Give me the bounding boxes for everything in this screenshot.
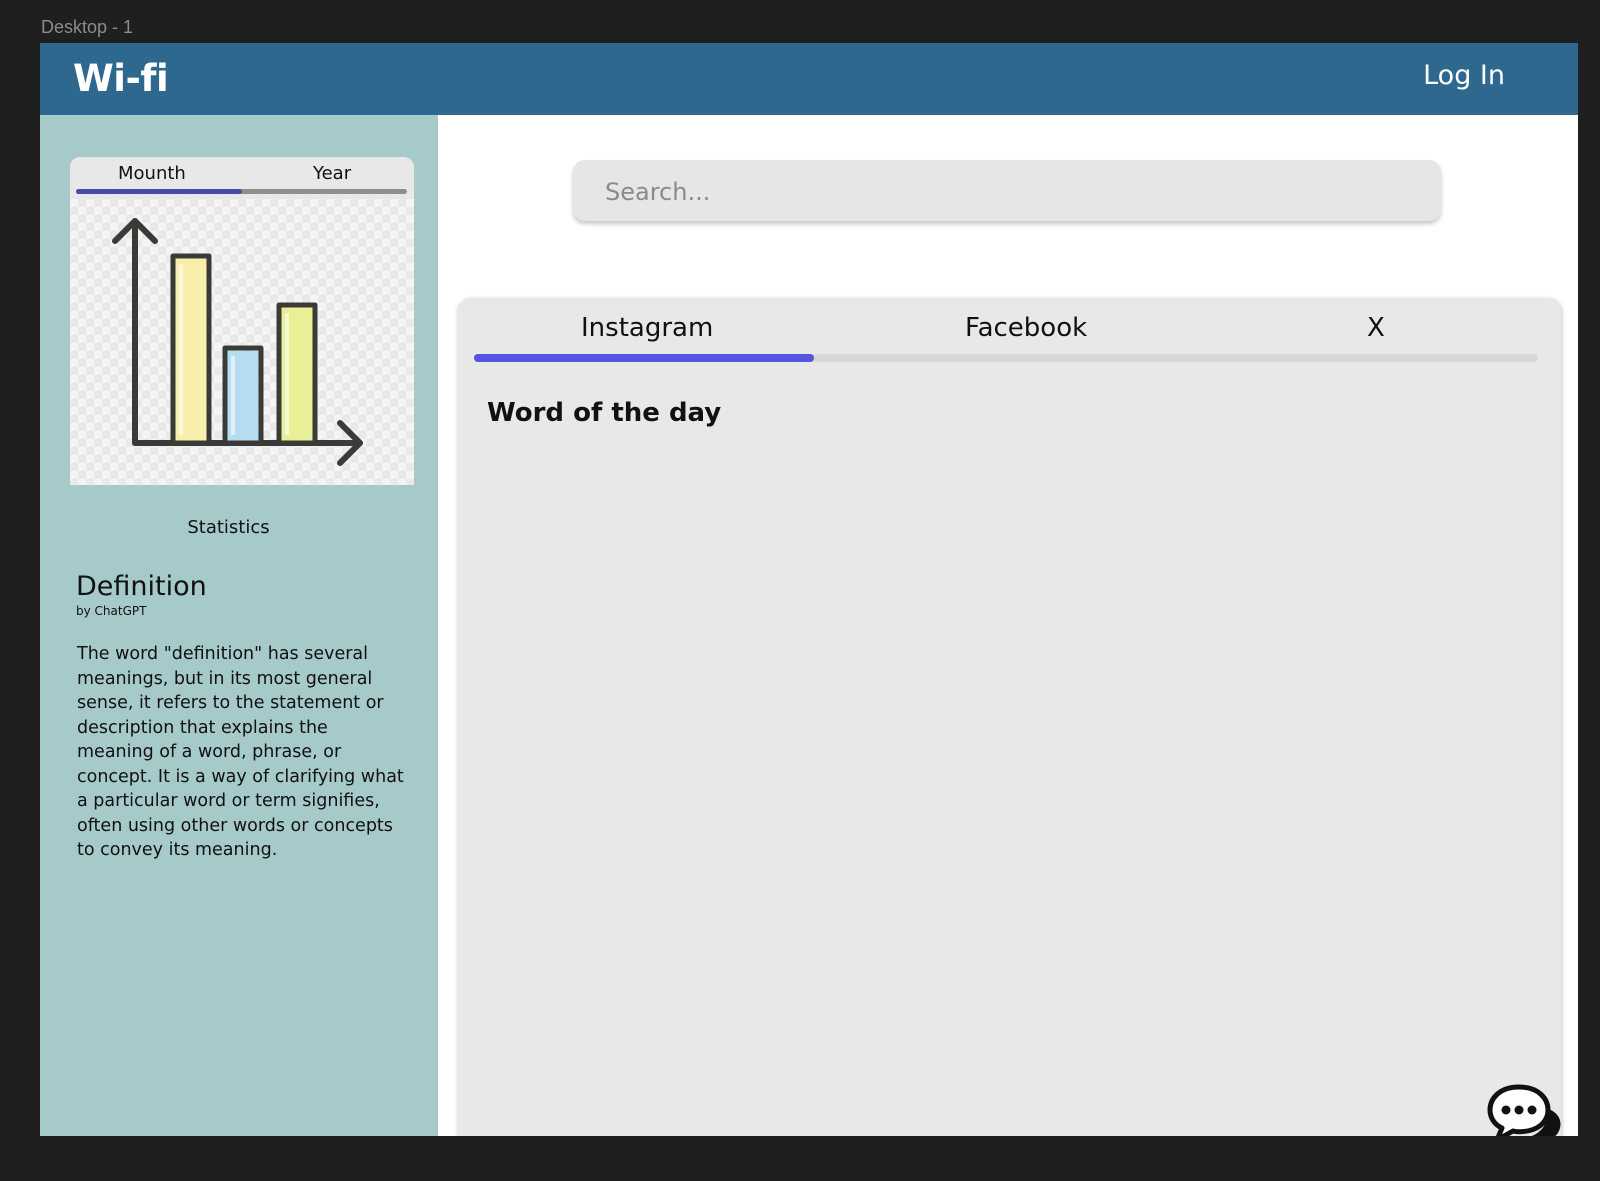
stats-tab-indicator bbox=[76, 189, 242, 194]
tab-year[interactable]: Year bbox=[313, 163, 351, 184]
tab-month[interactable]: Mounth bbox=[118, 163, 186, 184]
definition-byline: by ChatGPT bbox=[76, 604, 147, 618]
stats-tab-bar: Mounth Year bbox=[70, 157, 414, 199]
tab-instagram[interactable]: Instagram bbox=[581, 313, 713, 343]
search-input[interactable] bbox=[603, 160, 1407, 223]
sidebar: Mounth Year Statistics Definition by Cha… bbox=[40, 115, 438, 1136]
chat-bubbles-icon bbox=[1487, 1084, 1561, 1136]
frame-label: Desktop - 1 bbox=[41, 17, 134, 37]
definition-title: Definition bbox=[76, 571, 207, 602]
word-of-the-day-heading: Word of the day bbox=[487, 398, 722, 428]
statistics-card: Mounth Year bbox=[70, 157, 414, 485]
statistics-caption: Statistics bbox=[187, 517, 270, 538]
stats-tab-track bbox=[76, 189, 407, 194]
search-bar bbox=[573, 160, 1441, 223]
header: Wi-fi Log In bbox=[40, 43, 1578, 115]
panel-tab-indicator bbox=[474, 354, 815, 362]
panel-tab-track bbox=[474, 354, 1538, 362]
brand-logo: Wi-fi bbox=[73, 57, 169, 100]
login-button[interactable]: Log In bbox=[1423, 60, 1505, 91]
chat-button[interactable] bbox=[1486, 1079, 1566, 1136]
app-frame: Wi-fi Log In Mounth Year Statistics Defi… bbox=[40, 43, 1578, 1136]
statistics-image bbox=[70, 199, 414, 485]
bar-chart-icon bbox=[112, 218, 363, 466]
tab-facebook[interactable]: Facebook bbox=[965, 313, 1087, 343]
social-panel: Instagram Facebook X Word of the day bbox=[457, 298, 1561, 1136]
tab-x[interactable]: X bbox=[1367, 313, 1385, 343]
definition-text: The word "definition" has several meanin… bbox=[77, 644, 404, 860]
